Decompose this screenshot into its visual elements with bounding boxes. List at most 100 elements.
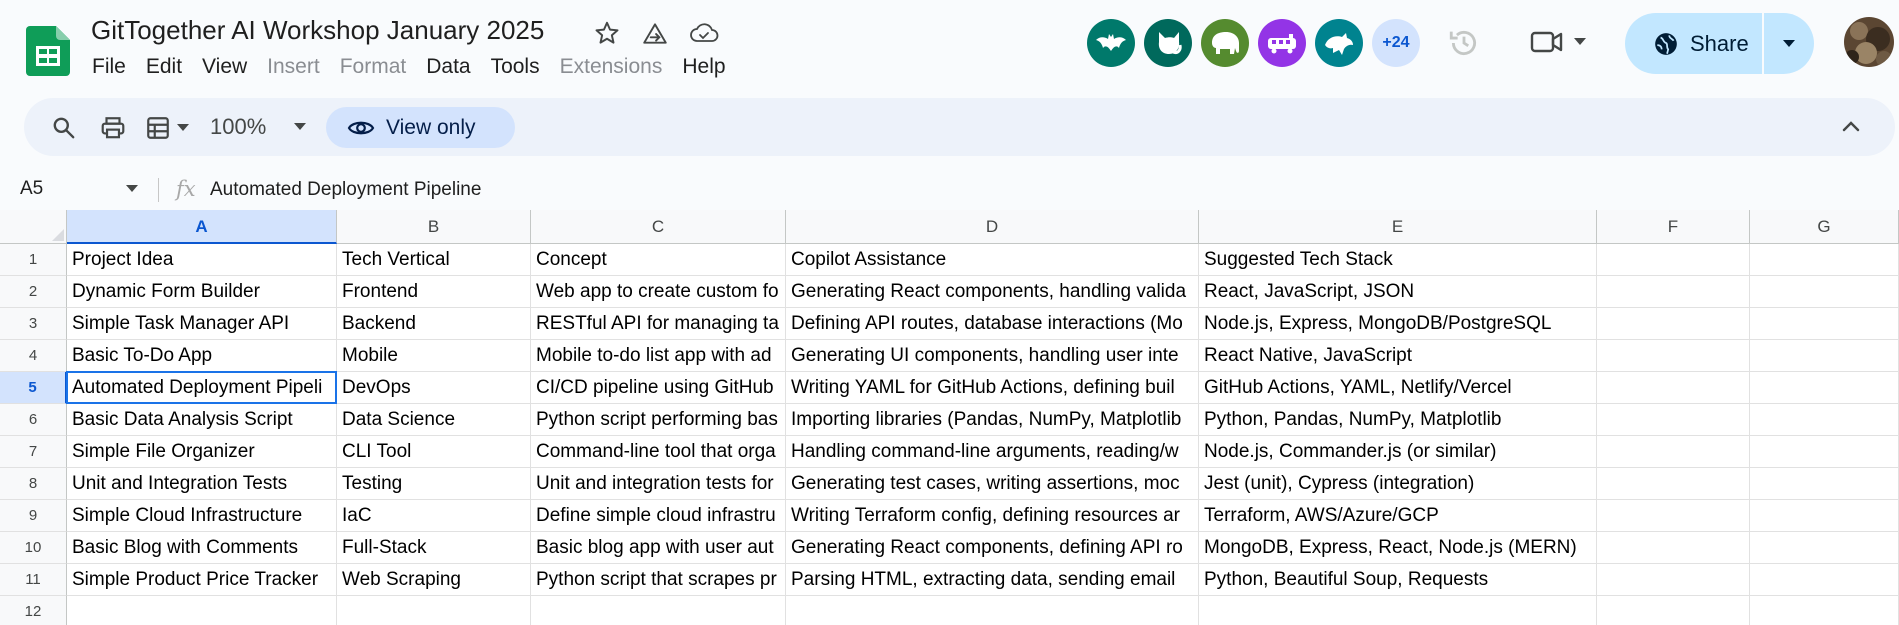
- cell-a4[interactable]: Basic To-Do App: [67, 340, 337, 372]
- row-header-5[interactable]: 5: [0, 372, 67, 404]
- cell-a8[interactable]: Unit and Integration Tests: [67, 468, 337, 500]
- cell-a3[interactable]: Simple Task Manager API: [67, 308, 337, 340]
- select-all-corner[interactable]: [0, 210, 67, 244]
- cell-b5[interactable]: DevOps: [337, 372, 531, 404]
- menu-file[interactable]: File: [82, 54, 136, 80]
- cell-b8[interactable]: Testing: [337, 468, 531, 500]
- cell-f5[interactable]: [1597, 372, 1750, 404]
- cell-f11[interactable]: [1597, 564, 1750, 596]
- row-header-1[interactable]: 1: [0, 244, 67, 276]
- row-header-11[interactable]: 11: [0, 564, 67, 596]
- user-avatar[interactable]: [1844, 17, 1894, 67]
- cell-d1[interactable]: Copilot Assistance: [786, 244, 1199, 276]
- menu-tools[interactable]: Tools: [481, 54, 550, 80]
- cell-c10[interactable]: Basic blog app with user aut: [531, 532, 786, 564]
- cell-d7[interactable]: Handling command-line arguments, reading…: [786, 436, 1199, 468]
- cell-e12[interactable]: [1199, 596, 1597, 625]
- cell-e10[interactable]: MongoDB, Express, React, Node.js (MERN): [1199, 532, 1597, 564]
- share-button[interactable]: Share: [1625, 13, 1762, 74]
- format-paint-button[interactable]: [145, 115, 189, 141]
- cell-g8[interactable]: [1750, 468, 1899, 500]
- cell-d12[interactable]: [786, 596, 1199, 625]
- row-header-7[interactable]: 7: [0, 436, 67, 468]
- cell-f10[interactable]: [1597, 532, 1750, 564]
- print-button[interactable]: [100, 115, 126, 141]
- cell-g7[interactable]: [1750, 436, 1899, 468]
- cell-b9[interactable]: IaC: [337, 500, 531, 532]
- cell-d3[interactable]: Defining API routes, database interactio…: [786, 308, 1199, 340]
- cell-e6[interactable]: Python, Pandas, NumPy, Matplotlib: [1199, 404, 1597, 436]
- cell-a1[interactable]: Project Idea: [67, 244, 337, 276]
- sheets-logo[interactable]: [26, 26, 70, 76]
- cell-e7[interactable]: Node.js, Commander.js (or similar): [1199, 436, 1597, 468]
- cell-b10[interactable]: Full-Stack: [337, 532, 531, 564]
- cell-b3[interactable]: Backend: [337, 308, 531, 340]
- column-header-a[interactable]: A: [67, 210, 337, 244]
- cell-g12[interactable]: [1750, 596, 1899, 625]
- zoom-select[interactable]: 100%: [210, 114, 307, 140]
- more-collaborators-badge[interactable]: +24: [1372, 19, 1420, 67]
- cell-e8[interactable]: Jest (unit), Cypress (integration): [1199, 468, 1597, 500]
- cell-g9[interactable]: [1750, 500, 1899, 532]
- cell-b1[interactable]: Tech Vertical: [337, 244, 531, 276]
- search-menus-button[interactable]: [51, 115, 77, 141]
- cell-c8[interactable]: Unit and integration tests for: [531, 468, 786, 500]
- star-icon[interactable]: [594, 20, 620, 46]
- column-header-c[interactable]: C: [531, 210, 786, 244]
- column-header-d[interactable]: D: [786, 210, 1199, 244]
- cell-f3[interactable]: [1597, 308, 1750, 340]
- cell-d2[interactable]: Generating React components, handling va…: [786, 276, 1199, 308]
- cell-d5[interactable]: Writing YAML for GitHub Actions, definin…: [786, 372, 1199, 404]
- cell-f1[interactable]: [1597, 244, 1750, 276]
- cell-g2[interactable]: [1750, 276, 1899, 308]
- row-header-9[interactable]: 9: [0, 500, 67, 532]
- cell-c7[interactable]: Command-line tool that orga: [531, 436, 786, 468]
- cell-a2[interactable]: Dynamic Form Builder: [67, 276, 337, 308]
- cell-f4[interactable]: [1597, 340, 1750, 372]
- cat-avatar[interactable]: [1144, 19, 1192, 67]
- cell-g5[interactable]: [1750, 372, 1899, 404]
- formula-input[interactable]: Automated Deployment Pipeline: [210, 179, 481, 201]
- bat-avatar[interactable]: [1087, 19, 1135, 67]
- cell-b2[interactable]: Frontend: [337, 276, 531, 308]
- cell-g4[interactable]: [1750, 340, 1899, 372]
- dragon-avatar[interactable]: [1315, 19, 1363, 67]
- menu-insert[interactable]: Insert: [257, 54, 330, 80]
- cell-g11[interactable]: [1750, 564, 1899, 596]
- name-box[interactable]: A5: [20, 178, 43, 200]
- cell-d4[interactable]: Generating UI components, handling user …: [786, 340, 1199, 372]
- cell-e1[interactable]: Suggested Tech Stack: [1199, 244, 1597, 276]
- row-header-2[interactable]: 2: [0, 276, 67, 308]
- cell-c3[interactable]: RESTful API for managing ta: [531, 308, 786, 340]
- view-only-button[interactable]: View only: [326, 107, 515, 148]
- cell-b4[interactable]: Mobile: [337, 340, 531, 372]
- menu-view[interactable]: View: [192, 54, 257, 80]
- cell-a11[interactable]: Simple Product Price Tracker: [67, 564, 337, 596]
- row-header-10[interactable]: 10: [0, 532, 67, 564]
- menu-format[interactable]: Format: [330, 54, 417, 80]
- cell-d10[interactable]: Generating React components, defining AP…: [786, 532, 1199, 564]
- cell-g6[interactable]: [1750, 404, 1899, 436]
- cell-f7[interactable]: [1597, 436, 1750, 468]
- cell-c2[interactable]: Web app to create custom fo: [531, 276, 786, 308]
- cell-e5[interactable]: GitHub Actions, YAML, Netlify/Vercel: [1199, 372, 1597, 404]
- cell-e3[interactable]: Node.js, Express, MongoDB/PostgreSQL: [1199, 308, 1597, 340]
- cell-b12[interactable]: [337, 596, 531, 625]
- cell-f9[interactable]: [1597, 500, 1750, 532]
- cloud-status-icon[interactable]: [689, 20, 719, 46]
- row-header-6[interactable]: 6: [0, 404, 67, 436]
- menu-data[interactable]: Data: [416, 54, 480, 80]
- column-header-b[interactable]: B: [337, 210, 531, 244]
- cell-a5[interactable]: Automated Deployment Pipeli: [67, 372, 337, 404]
- meet-button[interactable]: [1530, 28, 1586, 56]
- column-header-e[interactable]: E: [1199, 210, 1597, 244]
- move-to-folder-icon[interactable]: [641, 20, 669, 46]
- cell-c9[interactable]: Define simple cloud infrastru: [531, 500, 786, 532]
- chevron-down-icon[interactable]: [126, 185, 138, 193]
- cell-c6[interactable]: Python script performing bas: [531, 404, 786, 436]
- cell-d9[interactable]: Writing Terraform config, defining resou…: [786, 500, 1199, 532]
- cell-c1[interactable]: Concept: [531, 244, 786, 276]
- cell-e4[interactable]: React Native, JavaScript: [1199, 340, 1597, 372]
- cell-g3[interactable]: [1750, 308, 1899, 340]
- row-header-3[interactable]: 3: [0, 308, 67, 340]
